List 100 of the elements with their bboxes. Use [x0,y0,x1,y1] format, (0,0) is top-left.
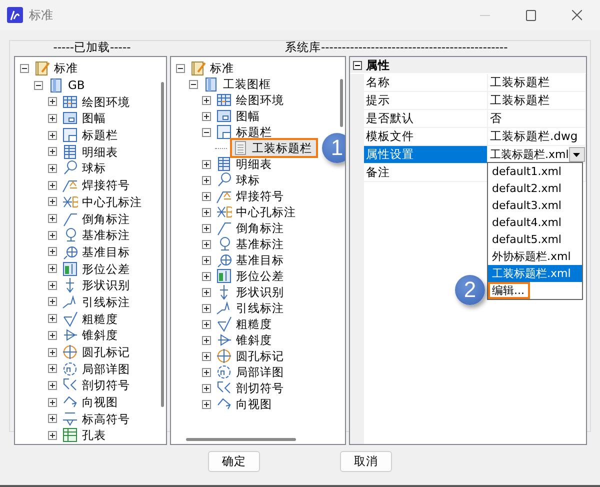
expand-toggle[interactable] [202,368,211,376]
expand-toggle[interactable] [202,208,211,216]
expand-toggle[interactable] [202,192,211,200]
dropdown-option[interactable]: 编辑... [488,282,530,299]
scrollbar-thumb[interactable] [186,438,296,441]
circle-mark-icon [216,348,232,364]
collapse-toggle[interactable] [353,60,362,70]
property-name[interactable]: 名称 [364,74,488,91]
balloon-icon [62,160,78,176]
expand-toggle[interactable] [48,398,57,407]
expand-toggle[interactable] [202,176,211,184]
expand-toggle[interactable] [48,97,57,106]
maximize-icon[interactable] [526,10,536,20]
property-name[interactable]: 备注 [364,164,488,181]
group-label: -----已加载----- [52,41,132,53]
expand-toggle[interactable] [202,304,211,312]
expand-toggle[interactable] [48,364,57,374]
book-icon [34,60,50,76]
expand-toggle[interactable] [202,352,211,360]
expand-toggle[interactable] [48,280,57,290]
expand-toggle[interactable] [48,430,57,440]
expand-toggle[interactable] [48,414,57,424]
close-icon[interactable] [572,10,582,20]
expand-toggle[interactable] [202,256,211,264]
dropdown-arrow-icon [573,152,580,156]
expand-toggle[interactable] [202,96,211,104]
expand-toggle[interactable] [48,297,57,306]
table-icon [216,156,232,172]
dropdown-option[interactable]: default5.xml [488,231,582,248]
expand-toggle[interactable] [202,400,211,408]
expand-toggle[interactable] [189,80,198,88]
taper-icon [216,332,232,348]
property-name[interactable]: 是否默认 [364,110,488,127]
expand-toggle[interactable] [202,320,211,328]
roughness-icon [216,316,232,332]
taper-icon [62,327,78,344]
expand-toggle[interactable] [48,180,57,190]
callout-badge: 2 [455,275,485,305]
expand-toggle[interactable] [48,380,57,390]
expand-toggle[interactable] [48,348,57,357]
expand-toggle[interactable] [202,240,211,248]
expand-toggle[interactable] [176,64,185,72]
leader-icon [216,300,232,316]
dropdown-option[interactable]: default1.xml [488,163,582,180]
expand-toggle[interactable] [202,336,211,344]
property-value: 工装标题栏.dwg [488,128,586,145]
frame-icon [62,127,78,144]
target-icon [216,252,232,268]
view-arrow-icon [216,396,232,412]
expand-toggle[interactable] [202,288,211,296]
expand-toggle[interactable] [48,314,57,324]
expand-toggle[interactable] [48,214,57,224]
property-value: 工装标题栏 [488,92,586,109]
dropdown-option[interactable]: 外协标题栏.xml [488,248,582,265]
expand-toggle[interactable] [48,197,57,206]
table-icon [62,94,78,110]
table-icon [62,144,78,160]
expand-toggle[interactable] [202,112,211,120]
expand-toggle[interactable] [34,80,43,90]
expand-toggle[interactable] [48,264,57,274]
ok-button[interactable]: 确定 [208,451,260,472]
detail-view-icon [62,360,78,377]
expand-toggle[interactable] [202,224,211,232]
property-name[interactable]: 模板文件 [364,128,488,145]
dropdown-option[interactable]: default2.xml [488,180,582,197]
category-title: 属性 [366,58,390,72]
expand-toggle[interactable] [48,247,57,256]
expand-toggle[interactable] [202,128,211,136]
expand-toggle[interactable] [48,230,57,240]
expand-toggle[interactable] [48,130,57,140]
target-icon [62,244,78,260]
dropdown-option[interactable]: default3.xml [488,197,582,214]
expand-toggle[interactable] [48,147,57,156]
circle-mark-icon [62,344,78,360]
expand-toggle[interactable] [20,64,29,73]
leader-icon [62,294,78,310]
dropdown-option[interactable]: 工装标题栏.xml [488,265,582,282]
property-name[interactable]: 提示 [364,92,488,109]
tree-item[interactable]: 工装标题栏 [230,138,318,158]
section-icon [216,380,232,396]
expand-toggle[interactable] [202,160,211,168]
expand-toggle[interactable] [48,330,57,340]
callout-badge: 1 [322,133,345,163]
roughness-icon [62,310,78,327]
cancel-button[interactable]: 取消 [340,451,392,472]
scrollbar-thumb[interactable] [161,82,164,407]
dropdown-option[interactable]: default4.xml [488,214,582,231]
group-label: 系统库--------------------------------------------- [285,41,508,53]
frame-icon [216,124,232,140]
expand-toggle[interactable] [202,272,211,280]
expand-toggle[interactable] [202,384,211,392]
tolerance-icon [216,268,232,284]
scrollbar-thumb[interactable] [340,79,343,127]
book-icon [190,60,206,76]
expand-toggle[interactable] [48,164,57,173]
elevation-icon [62,410,78,427]
expand-toggle[interactable] [48,114,57,123]
app-logo-icon [7,7,23,23]
property-name[interactable]: 属性设置 [364,146,488,163]
value-dropdown[interactable]: 工装标题栏.xml [488,146,585,163]
